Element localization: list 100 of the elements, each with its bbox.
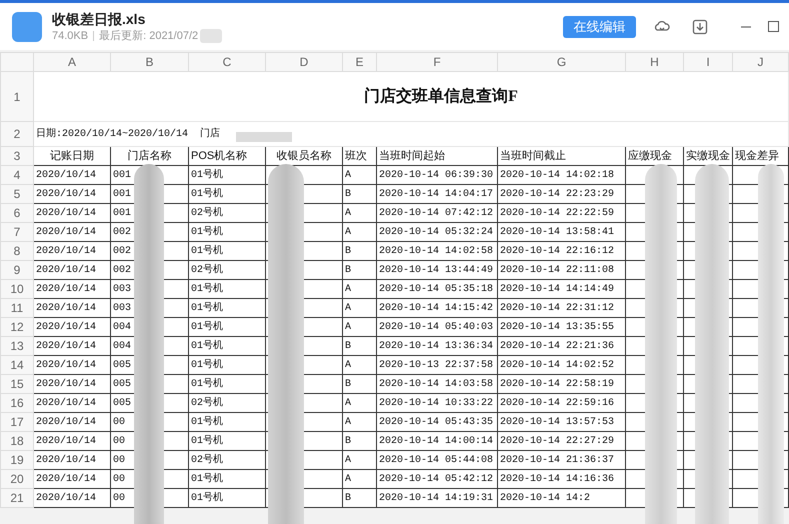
- table-cell: 2020/10/14: [34, 432, 110, 450]
- table-cell: A: [342, 318, 376, 336]
- table-cell: 2020-10-14 22:31:12: [498, 298, 626, 318]
- column-header: D: [266, 52, 342, 72]
- table-cell: 2020-10-14 14:02:52: [498, 356, 626, 374]
- column-header: H: [626, 52, 684, 72]
- column-heading: 记账日期: [34, 146, 110, 166]
- table-cell: 01号机: [188, 374, 266, 394]
- table-cell: 2020-10-14 13:35:55: [498, 318, 626, 336]
- download-icon[interactable]: [692, 18, 708, 34]
- table-cell: 2020-10-14 14:19:31: [376, 488, 498, 508]
- table-cell: 2020-10-14 06:39:30: [376, 166, 498, 184]
- row-header: 2: [0, 122, 34, 146]
- table-cell: 2020/10/14: [34, 394, 110, 412]
- table-cell: A: [342, 412, 376, 432]
- column-header: I: [684, 52, 732, 72]
- table-cell: 01号机: [188, 242, 266, 260]
- table-cell: 2020/10/14: [34, 242, 110, 260]
- row-header: 5: [0, 184, 34, 204]
- last-updated: 最后更新: 2021/07/2: [99, 28, 198, 44]
- column-heading: 当班时间起始: [376, 146, 498, 166]
- table-cell: 2020-10-14 22:11:08: [498, 260, 626, 280]
- table-cell: 2020-10-14 22:27:29: [498, 432, 626, 450]
- column-header: F: [376, 52, 498, 72]
- row-header: 6: [0, 204, 34, 222]
- table-cell: A: [342, 450, 376, 470]
- table-cell: 2020/10/14: [34, 204, 110, 222]
- table-cell: 02号机: [188, 450, 266, 470]
- table-cell: 2020/10/14: [34, 318, 110, 336]
- table-cell: B: [342, 242, 376, 260]
- column-header: G: [498, 52, 626, 72]
- table-cell: 01号机: [188, 488, 266, 508]
- table-cell: 01号机: [188, 166, 266, 184]
- table-cell: B: [342, 374, 376, 394]
- table-cell: 2020-10-14 13:58:41: [498, 222, 626, 242]
- row-header: 10: [0, 280, 34, 298]
- table-cell: 2020/10/14: [34, 166, 110, 184]
- table-cell: 2020/10/14: [34, 184, 110, 204]
- column-header: J: [732, 52, 788, 72]
- table-cell: 01号机: [188, 432, 266, 450]
- column-header: A: [34, 52, 110, 72]
- table-cell: 2020/10/14: [34, 488, 110, 508]
- table-cell: 2020-10-14 22:21:36: [498, 336, 626, 356]
- sheet-title: 门店交班单信息查询F: [34, 72, 788, 122]
- table-cell: 2020-10-14 14:2: [498, 488, 626, 508]
- table-cell: 2020-10-14 22:58:19: [498, 374, 626, 394]
- row-header: 17: [0, 412, 34, 432]
- row-header: 1: [0, 72, 34, 122]
- row-header: 14: [0, 356, 34, 374]
- file-icon: [12, 12, 42, 42]
- column-header: E: [342, 52, 376, 72]
- table-cell: B: [342, 260, 376, 280]
- table-cell: 02号机: [188, 394, 266, 412]
- table-cell: 2020-10-14 13:36:34: [376, 336, 498, 356]
- table-cell: A: [342, 280, 376, 298]
- row-header: 8: [0, 242, 34, 260]
- column-heading: POS机名称: [188, 146, 266, 166]
- row-header: 15: [0, 374, 34, 394]
- table-cell: 2020/10/14: [34, 356, 110, 374]
- table-cell: 2020/10/14: [34, 412, 110, 432]
- table-cell: 2020-10-14 14:04:17: [376, 184, 498, 204]
- table-cell: 2020-10-14 14:16:36: [498, 470, 626, 488]
- table-cell: 2020/10/14: [34, 280, 110, 298]
- table-cell: 2020/10/14: [34, 298, 110, 318]
- table-cell: 2020-10-14 10:33:22: [376, 394, 498, 412]
- table-cell: 2020-10-14 22:22:59: [498, 204, 626, 222]
- table-cell: 2020/10/14: [34, 470, 110, 488]
- table-cell: B: [342, 184, 376, 204]
- row-header: 3: [0, 146, 34, 166]
- table-cell: 01号机: [188, 222, 266, 242]
- table-cell: A: [342, 356, 376, 374]
- table-cell: 01号机: [188, 356, 266, 374]
- table-cell: 2020/10/14: [34, 260, 110, 280]
- row-header: 9: [0, 260, 34, 280]
- table-cell: 2020-10-14 14:02:58: [376, 242, 498, 260]
- table-cell: 01号机: [188, 318, 266, 336]
- table-cell: 2020/10/14: [34, 374, 110, 394]
- column-header: B: [110, 52, 188, 72]
- table-cell: 2020-10-14 05:40:03: [376, 318, 498, 336]
- table-cell: 2020-10-14 14:03:58: [376, 374, 498, 394]
- table-cell: 01号机: [188, 336, 266, 356]
- table-cell: 2020-10-14 05:42:12: [376, 470, 498, 488]
- table-cell: 2020-10-14 05:32:24: [376, 222, 498, 242]
- table-cell: A: [342, 166, 376, 184]
- table-cell: 2020/10/14: [34, 336, 110, 356]
- edit-online-button[interactable]: 在线编辑: [563, 16, 636, 38]
- row-header: 13: [0, 336, 34, 356]
- table-cell: 2020-10-14 14:15:42: [376, 298, 498, 318]
- table-cell: 2020-10-14 13:44:49: [376, 260, 498, 280]
- column-heading: 当班时间截止: [498, 146, 626, 166]
- table-cell: A: [342, 394, 376, 412]
- row-header: 19: [0, 450, 34, 470]
- table-cell: 2020-10-14 07:42:12: [376, 204, 498, 222]
- table-cell: 2020-10-14 14:00:14: [376, 432, 498, 450]
- table-cell: 01号机: [188, 298, 266, 318]
- table-cell: 2020-10-14 14:14:49: [498, 280, 626, 298]
- table-cell: 01号机: [188, 470, 266, 488]
- row-header: 11: [0, 298, 34, 318]
- table-cell: 01号机: [188, 184, 266, 204]
- maximize-icon[interactable]: [768, 21, 779, 32]
